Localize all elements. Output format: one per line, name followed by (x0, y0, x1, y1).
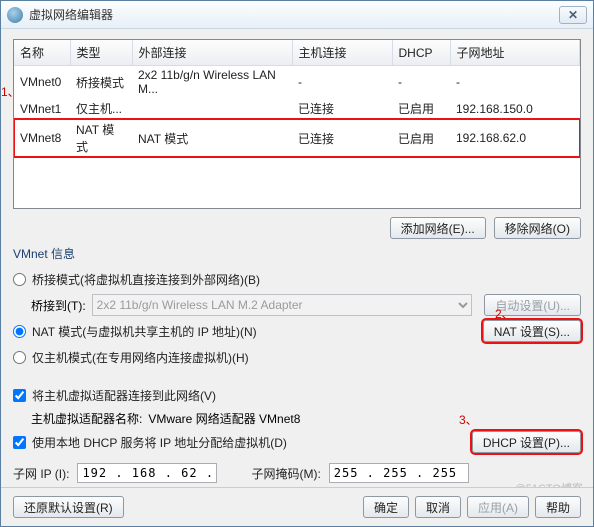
host-adapter-name: VMware 网络适配器 VMnet8 (148, 410, 300, 427)
cell-dhcp: - (392, 66, 450, 99)
ok-button[interactable]: 确定 (363, 496, 409, 518)
window-root: 1、 2、 3、 虚拟网络编辑器 ✕ 名称 类型 外部连接 主机连接 DHCP … (0, 0, 594, 527)
cell-ext (132, 98, 292, 119)
table-row-selected[interactable]: VMnet8 NAT 模式 NAT 模式 已连接 已启用 192.168.62.… (14, 119, 580, 157)
cell-dhcp: 已启用 (392, 98, 450, 119)
cell-ext: NAT 模式 (132, 119, 292, 157)
cell-subnet: 192.168.150.0 (450, 98, 580, 119)
connect-host-checkbox[interactable] (13, 389, 26, 402)
subnet-ip-input[interactable] (77, 463, 217, 483)
cell-name: VMnet0 (14, 66, 70, 99)
restore-defaults-button[interactable]: 还原默认设置(R) (13, 496, 124, 518)
connect-host-label: 将主机虚拟适配器连接到此网络(V) (32, 387, 216, 404)
add-network-button[interactable]: 添加网络(E)... (390, 217, 486, 239)
col-subnet[interactable]: 子网地址 (450, 40, 580, 66)
apply-button[interactable]: 应用(A) (467, 496, 529, 518)
network-table[interactable]: 名称 类型 外部连接 主机连接 DHCP 子网地址 VMnet0 桥接模式 2x… (13, 39, 581, 209)
dialog-footer: 还原默认设置(R) 确定 取消 应用(A) 帮助 (1, 487, 593, 526)
cell-name: VMnet8 (14, 119, 70, 157)
cell-type: 仅主机... (70, 98, 132, 119)
hostonly-mode-label: 仅主机模式(在专用网络内连接虚拟机)(H) (32, 349, 249, 366)
cancel-button[interactable]: 取消 (415, 496, 461, 518)
nat-setting-button[interactable]: NAT 设置(S)... (483, 320, 581, 342)
cell-ext: 2x2 11b/g/n Wireless LAN M... (132, 66, 292, 99)
annotation-2: 2、 (495, 305, 514, 322)
cell-type: NAT 模式 (70, 119, 132, 157)
col-host[interactable]: 主机连接 (292, 40, 392, 66)
annotation-3: 3、 (459, 411, 478, 428)
col-ext[interactable]: 外部连接 (132, 40, 292, 66)
bridge-adapter-combo[interactable]: 2x2 11b/g/n Wireless LAN M.2 Adapter (92, 294, 473, 316)
nat-mode-radio[interactable] (13, 325, 26, 338)
bridge-mode-label: 桥接模式(将虚拟机直接连接到外部网络)(B) (32, 271, 260, 288)
col-name[interactable]: 名称 (14, 40, 70, 66)
use-dhcp-checkbox[interactable] (13, 436, 26, 449)
vmnet-info-group: VMnet 信息 桥接模式(将虚拟机直接连接到外部网络)(B) 桥接到(T): … (13, 245, 581, 483)
cell-type: 桥接模式 (70, 66, 132, 99)
cell-host: - (292, 66, 392, 99)
help-button[interactable]: 帮助 (535, 496, 581, 518)
host-adapter-prefix: 主机虚拟适配器名称: (31, 410, 142, 427)
dhcp-setting-button[interactable]: DHCP 设置(P)... (472, 431, 581, 453)
hostonly-mode-radio[interactable] (13, 351, 26, 364)
window-title: 虚拟网络编辑器 (29, 6, 555, 23)
nat-mode-label: NAT 模式(与虚拟机共享主机的 IP 地址)(N) (32, 323, 257, 340)
cell-subnet: - (450, 66, 580, 99)
app-icon (7, 7, 23, 23)
col-type[interactable]: 类型 (70, 40, 132, 66)
close-button[interactable]: ✕ (559, 6, 587, 24)
titlebar: 虚拟网络编辑器 ✕ (1, 1, 593, 29)
cell-dhcp: 已启用 (392, 119, 450, 157)
remove-network-button[interactable]: 移除网络(O) (494, 217, 581, 239)
bridge-to-label: 桥接到(T): (31, 297, 86, 314)
cell-host: 已连接 (292, 98, 392, 119)
cell-subnet: 192.168.62.0 (450, 119, 580, 157)
use-dhcp-label: 使用本地 DHCP 服务将 IP 地址分配给虚拟机(D) (32, 434, 287, 451)
bridge-mode-radio[interactable] (13, 273, 26, 286)
table-row[interactable]: VMnet0 桥接模式 2x2 11b/g/n Wireless LAN M..… (14, 66, 580, 99)
subnet-ip-label: 子网 IP (I): (13, 465, 69, 482)
table-row[interactable]: VMnet1 仅主机... 已连接 已启用 192.168.150.0 (14, 98, 580, 119)
cell-host: 已连接 (292, 119, 392, 157)
annotation-1: 1、 (1, 83, 20, 100)
subnet-mask-label: 子网掩码(M): (251, 465, 320, 482)
col-dhcp[interactable]: DHCP (392, 40, 450, 66)
vmnet-info-title: VMnet 信息 (13, 245, 581, 262)
table-header-row: 名称 类型 外部连接 主机连接 DHCP 子网地址 (14, 40, 580, 66)
cell-name: VMnet1 (14, 98, 70, 119)
subnet-mask-input[interactable] (329, 463, 469, 483)
